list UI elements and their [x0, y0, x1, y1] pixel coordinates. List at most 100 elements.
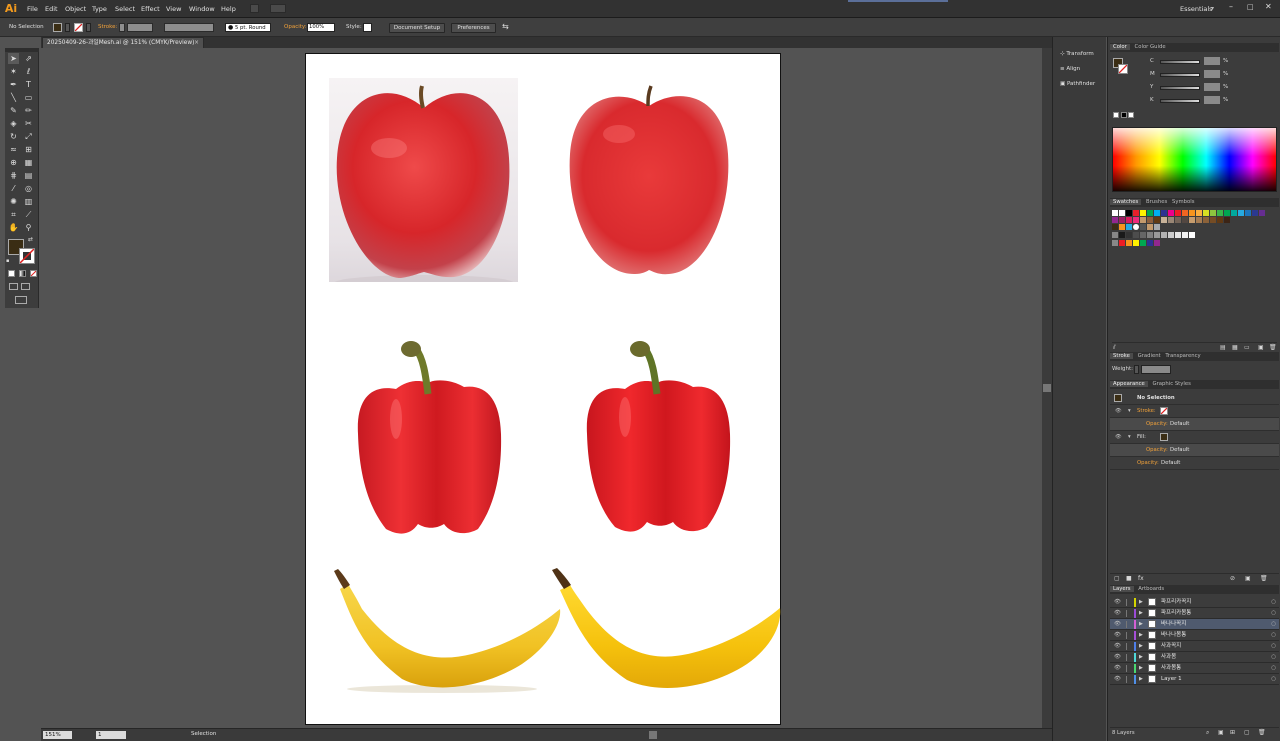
document-tab[interactable]: 20250409-26-과일Mesh.ai @ 151% (CMYK/Previ… [42, 37, 204, 48]
clear-appearance-icon[interactable]: ⊘ [1230, 575, 1235, 582]
arrange-icon[interactable]: ⇆ [502, 22, 509, 31]
target-circle-icon[interactable]: ○ [1271, 608, 1276, 618]
layer-row[interactable]: 👁 ▶ 사과꼭지 ○ [1110, 641, 1279, 652]
layer-name[interactable]: Layer 1 [1161, 674, 1182, 684]
visibility-eye-icon[interactable]: 👁 [1114, 630, 1121, 640]
workspace-switcher[interactable]: Essentials [1180, 3, 1213, 15]
visibility-eye-icon[interactable]: 👁 [1114, 597, 1121, 607]
screen-mode-icon[interactable] [15, 296, 27, 304]
weight-stepper[interactable] [1134, 365, 1139, 374]
layer-row[interactable]: 👁 ▶ 사과몸통 ○ [1110, 663, 1279, 674]
stroke-label[interactable]: Stroke: [98, 24, 117, 30]
visibility-eye-icon[interactable]: 👁 [1114, 619, 1121, 629]
swatch[interactable] [1182, 217, 1188, 223]
dock-align[interactable]: ≡ Align [1060, 66, 1080, 72]
swatch[interactable] [1189, 217, 1195, 223]
swatch[interactable] [1182, 210, 1188, 216]
swatch-library-icon[interactable]: ⫽ [1113, 344, 1116, 352]
add-stroke-icon[interactable]: ▢ [1114, 575, 1120, 582]
dock-pathfinder[interactable]: ▣ Pathfinder [1060, 81, 1095, 87]
locate-object-icon[interactable]: ⌕ [1206, 729, 1209, 737]
chevron-down-icon[interactable]: ▾ [1211, 5, 1214, 12]
tab-layers[interactable]: Layers [1110, 586, 1134, 592]
swatch[interactable] [1126, 217, 1132, 223]
swatch-options-icon[interactable]: ▦ [1232, 344, 1238, 351]
swatch[interactable] [1140, 210, 1146, 216]
visibility-eye-icon[interactable]: 👁 [1114, 608, 1121, 618]
menu-object[interactable]: Object [65, 3, 86, 15]
rectangle-tool-icon[interactable]: ▭ [23, 92, 34, 103]
swatch[interactable] [1182, 232, 1188, 238]
swatch[interactable] [1154, 240, 1160, 246]
magic-wand-tool-icon[interactable]: ✶ [8, 66, 19, 77]
swatch[interactable] [1112, 240, 1118, 246]
swatch[interactable] [1154, 217, 1160, 223]
color-spectrum[interactable] [1112, 127, 1277, 192]
rotate-tool-icon[interactable]: ↻ [8, 131, 19, 142]
layer-row[interactable]: 👁 ▶ 사과몸 ○ [1110, 652, 1279, 663]
disclosure-triangle-icon[interactable]: ▾ [1128, 405, 1131, 417]
tab-brushes[interactable]: Brushes [1146, 199, 1167, 205]
swatch[interactable] [1189, 232, 1195, 238]
appearance-opacity-row[interactable]: Opacity: Default [1110, 457, 1279, 470]
swatch[interactable] [1154, 210, 1160, 216]
layer-name[interactable]: 사과몸 [1161, 652, 1176, 662]
line-tool-icon[interactable]: ╲ [8, 92, 19, 103]
swatch[interactable] [1119, 224, 1125, 230]
swatch[interactable] [1217, 210, 1223, 216]
layer-row[interactable]: 👁 ▶ 바나나꼭지 ○ [1110, 619, 1279, 630]
appearance-fill-opacity-row[interactable]: Opacity: Default [1110, 444, 1279, 457]
swatch[interactable] [1154, 232, 1160, 238]
lasso-tool-icon[interactable]: ℓ [23, 66, 34, 77]
stroke-dropdown[interactable] [86, 23, 91, 32]
stroke-swatch[interactable] [74, 23, 83, 32]
disclosure-triangle-icon[interactable]: ▶ [1139, 674, 1143, 684]
white-swatch[interactable] [1128, 112, 1134, 118]
channel-m-slider[interactable] [1160, 73, 1200, 77]
lock-toggle[interactable] [1126, 643, 1127, 650]
swatch[interactable] [1217, 217, 1223, 223]
slice-tool-icon[interactable]: ⟋ [23, 209, 34, 220]
target-circle-icon[interactable]: ○ [1271, 674, 1276, 684]
appearance-stroke-swatch[interactable] [1160, 407, 1168, 415]
add-effect-icon[interactable]: fx [1138, 575, 1144, 582]
artboard[interactable] [305, 53, 781, 725]
swatch[interactable] [1196, 217, 1202, 223]
stroke-opacity-label[interactable]: Opacity: [1146, 418, 1168, 430]
disclosure-triangle-icon[interactable]: ▾ [1128, 431, 1131, 443]
target-circle-icon[interactable]: ○ [1271, 619, 1276, 629]
swatch[interactable] [1203, 217, 1209, 223]
pen-tool-icon[interactable]: ✒ [8, 79, 19, 90]
menu-select[interactable]: Select [115, 3, 135, 15]
tab-gradient[interactable]: Gradient [1138, 353, 1161, 359]
vertical-scroll-thumb[interactable] [1043, 384, 1051, 392]
delete-layer-icon[interactable]: 🗑 [1258, 729, 1266, 736]
tab-appearance[interactable]: Appearance [1110, 381, 1148, 387]
swatch[interactable] [1161, 210, 1167, 216]
artboard-tool-icon[interactable]: ⌗ [8, 209, 19, 220]
fill-swatch[interactable] [53, 23, 62, 32]
appearance-stroke-row[interactable]: 👁 ▾ Stroke: [1110, 405, 1279, 418]
type-tool-icon[interactable]: T [23, 79, 34, 90]
swatch[interactable] [1245, 210, 1251, 216]
swatch[interactable] [1224, 210, 1230, 216]
show-kinds-icon[interactable]: ▤ [1220, 344, 1226, 351]
swatch[interactable] [1252, 210, 1258, 216]
swatch[interactable] [1133, 224, 1139, 230]
layer-row[interactable]: 👁 ▶ 바나나몸통 ○ [1110, 630, 1279, 641]
menu-file[interactable]: File [27, 3, 38, 15]
channel-y-slider[interactable] [1160, 86, 1200, 90]
zoom-tool-icon[interactable]: ⚲ [23, 222, 34, 233]
target-circle-icon[interactable]: ○ [1271, 630, 1276, 640]
make-clipping-mask-icon[interactable]: ▣ [1218, 729, 1224, 736]
fill-dropdown[interactable] [65, 23, 70, 32]
menu-window[interactable]: Window [189, 3, 215, 15]
default-colors-icon[interactable]: ▪ [6, 258, 9, 264]
menu-edit[interactable]: Edit [45, 3, 58, 15]
graphic-style-swatch[interactable] [363, 23, 372, 32]
swatch[interactable] [1175, 217, 1181, 223]
shape-builder-tool-icon[interactable]: ⊕ [8, 157, 19, 168]
document-setup-button[interactable]: Document Setup [389, 23, 445, 33]
swatch[interactable] [1203, 210, 1209, 216]
swatch[interactable] [1126, 224, 1132, 230]
